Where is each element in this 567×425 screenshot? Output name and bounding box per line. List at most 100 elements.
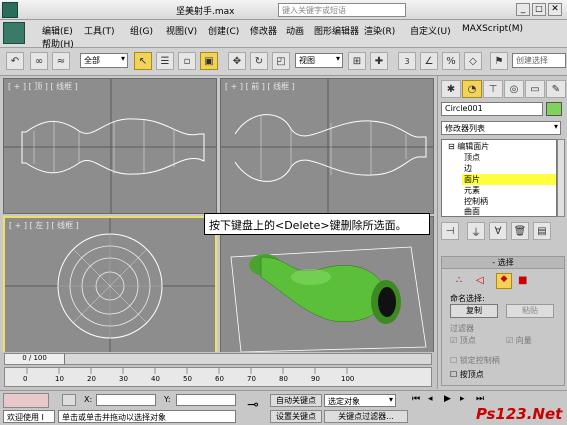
paste-button[interactable]: 粘贴 bbox=[506, 304, 554, 318]
copy-button[interactable]: 复制 bbox=[450, 304, 498, 318]
percent-snap-icon[interactable]: % bbox=[442, 52, 460, 70]
x-coord-field[interactable] bbox=[96, 394, 156, 406]
undo-icon[interactable]: ↶ bbox=[6, 52, 24, 70]
vertex-mode-icon[interactable]: ∴ bbox=[456, 275, 462, 286]
vectors-checkbox[interactable]: ☑ 向量 bbox=[506, 335, 532, 346]
close-button[interactable]: ✕ bbox=[548, 3, 562, 16]
make-unique-icon[interactable]: ∀ bbox=[489, 222, 507, 240]
menu-graph-editors[interactable]: 图形编辑器 bbox=[314, 24, 359, 37]
set-key-button[interactable]: 设置关键点 bbox=[270, 410, 322, 423]
key-icon[interactable]: ⊸ bbox=[242, 397, 264, 419]
menu-views[interactable]: 视图(V) bbox=[166, 24, 197, 37]
display-tab-icon[interactable]: ▭ bbox=[525, 80, 545, 98]
link-icon[interactable]: ∞ bbox=[30, 52, 48, 70]
rect-selection-icon[interactable]: ▫ bbox=[178, 52, 196, 70]
hierarchy-tab-icon[interactable]: ⊤ bbox=[483, 80, 503, 98]
spinner-snap-icon[interactable]: ◇ bbox=[464, 52, 482, 70]
y-label: Y: bbox=[164, 395, 171, 404]
utilities-tab-icon[interactable]: ✎ bbox=[546, 80, 566, 98]
x-label: X: bbox=[84, 395, 93, 404]
search-input[interactable]: 键入关键字或短语 bbox=[278, 3, 406, 17]
selected-select[interactable]: 选定对象 bbox=[324, 394, 396, 407]
left-view-wireframe bbox=[5, 218, 215, 354]
menu-create[interactable]: 创建(C) bbox=[208, 24, 239, 37]
goto-start-icon[interactable]: ⏮ bbox=[412, 394, 420, 404]
configure-sets-icon[interactable]: ▤ bbox=[533, 222, 551, 240]
by-vertex-checkbox[interactable]: ☐ 按顶点 bbox=[450, 369, 484, 380]
top-view-wireframe bbox=[4, 79, 216, 213]
by-vertex-label: 按顶点 bbox=[459, 370, 484, 379]
key-filters-button[interactable]: 关键点过滤器... bbox=[324, 410, 408, 423]
set-key-label: 设置关键点 bbox=[276, 412, 316, 421]
stack-item-edge[interactable]: 边 bbox=[462, 163, 556, 174]
select-object-icon[interactable]: ↖ bbox=[134, 52, 152, 70]
next-frame-icon[interactable]: ▸ bbox=[460, 394, 465, 404]
stack-item-edit-patch[interactable]: ⊟ 编辑面片 bbox=[446, 141, 550, 152]
viewport-left[interactable]: [ + ] [ 左 ] [ 线框 ] bbox=[3, 216, 217, 356]
snap-3-icon[interactable]: 3 bbox=[398, 52, 416, 70]
selection-filter-select[interactable]: 全部 bbox=[80, 53, 128, 68]
stack-item-element[interactable]: 元素 bbox=[462, 185, 556, 196]
stack-item-vertex[interactable]: 顶点 bbox=[462, 152, 556, 163]
motion-tab-icon[interactable]: ◎ bbox=[504, 80, 524, 98]
maxscript-listener[interactable] bbox=[3, 393, 49, 408]
rollout-header[interactable]: - 选择 bbox=[442, 257, 564, 269]
menu-edit[interactable]: 编辑(E) bbox=[42, 24, 73, 37]
patch-mode-icon[interactable]: ◆ bbox=[496, 273, 512, 289]
move-icon[interactable]: ✥ bbox=[228, 52, 246, 70]
select-manipulate-icon[interactable]: ✚ bbox=[370, 52, 388, 70]
viewport-top[interactable]: [ + ] [ 顶 ] [ 线框 ] bbox=[3, 78, 217, 214]
lock-handles-label: 锁定控制柄 bbox=[459, 356, 500, 365]
viewport-front[interactable]: [ + ] [ 前 ] [ 线框 ] bbox=[220, 78, 434, 214]
goto-end-icon[interactable]: ⏭ bbox=[476, 394, 484, 404]
menu-customize[interactable]: 自定义(U) bbox=[410, 24, 451, 37]
object-color-swatch[interactable] bbox=[546, 102, 562, 116]
selection-lock-icon[interactable] bbox=[62, 394, 76, 406]
pivot-icon[interactable]: ⊞ bbox=[348, 52, 366, 70]
menu-group[interactable]: 组(G) bbox=[130, 24, 153, 37]
lock-handles-checkbox[interactable]: ☐ 锁定控制柄 bbox=[450, 355, 500, 366]
stack-scrollbar[interactable] bbox=[557, 139, 565, 217]
maximize-button[interactable]: □ bbox=[532, 3, 546, 16]
named-selection-icon[interactable]: ⚑ bbox=[490, 52, 508, 70]
menu-rendering[interactable]: 渲染(R) bbox=[364, 24, 395, 37]
named-selections-label: 命名选择: bbox=[450, 294, 485, 303]
create-tab-icon[interactable]: ✱ bbox=[441, 80, 461, 98]
auto-key-button[interactable]: 自动关键点 bbox=[270, 394, 322, 407]
stack-item-patch[interactable]: 面片 bbox=[462, 174, 556, 185]
object-name-field[interactable]: Circle001 bbox=[441, 102, 543, 116]
remove-modifier-icon[interactable]: 🗑 bbox=[511, 222, 529, 240]
menu-maxscript[interactable]: MAXScript(M) bbox=[462, 24, 523, 34]
time-slider[interactable]: 0 / 100 bbox=[4, 353, 432, 365]
menu-modifiers[interactable]: 修改器 bbox=[250, 24, 277, 37]
element-mode-icon[interactable]: ■ bbox=[518, 275, 527, 286]
prev-frame-icon[interactable]: ◂ bbox=[428, 394, 433, 404]
menu-tools[interactable]: 工具(T) bbox=[84, 24, 115, 37]
modifier-list-select[interactable]: 修改器列表 bbox=[441, 121, 561, 135]
viewport-perspective[interactable] bbox=[220, 216, 434, 356]
select-by-name-icon[interactable]: ☰ bbox=[156, 52, 174, 70]
y-coord-field[interactable] bbox=[176, 394, 236, 406]
window-crossing-icon[interactable]: ▣ bbox=[200, 52, 218, 70]
track-bar[interactable]: 0 10 20 30 40 50 60 70 80 90 100 bbox=[4, 367, 432, 387]
rotate-icon[interactable]: ↻ bbox=[250, 52, 268, 70]
timeline: 0 / 100 0 10 20 30 40 50 60 70 80 90 100 bbox=[0, 352, 437, 390]
stack-item-surface[interactable]: 曲面 bbox=[462, 206, 556, 216]
perspective-vase-render bbox=[230, 246, 427, 353]
menu-animation[interactable]: 动画 bbox=[286, 24, 304, 37]
vertices-checkbox[interactable]: ☑ 顶点 bbox=[450, 335, 476, 346]
angle-snap-icon[interactable]: ∠ bbox=[420, 52, 438, 70]
app-menu-icon[interactable] bbox=[3, 22, 25, 44]
minimize-button[interactable]: _ bbox=[516, 3, 530, 16]
named-selection-field[interactable]: 创建选择 bbox=[512, 53, 566, 68]
show-end-result-icon[interactable]: ⏚ bbox=[467, 222, 485, 240]
unlink-icon[interactable]: ≈ bbox=[52, 52, 70, 70]
play-icon[interactable]: ▶ bbox=[444, 394, 451, 404]
pin-stack-icon[interactable]: ⊣ bbox=[441, 222, 459, 240]
modify-tab-icon[interactable]: ◔ bbox=[462, 80, 482, 98]
time-slider-thumb[interactable]: 0 / 100 bbox=[5, 354, 65, 364]
scale-icon[interactable]: ◰ bbox=[272, 52, 290, 70]
frame-counter: 0 / 100 bbox=[22, 354, 47, 362]
edge-mode-icon[interactable]: ◁ bbox=[476, 275, 484, 286]
reference-coord-select[interactable]: 视图 bbox=[295, 53, 343, 68]
